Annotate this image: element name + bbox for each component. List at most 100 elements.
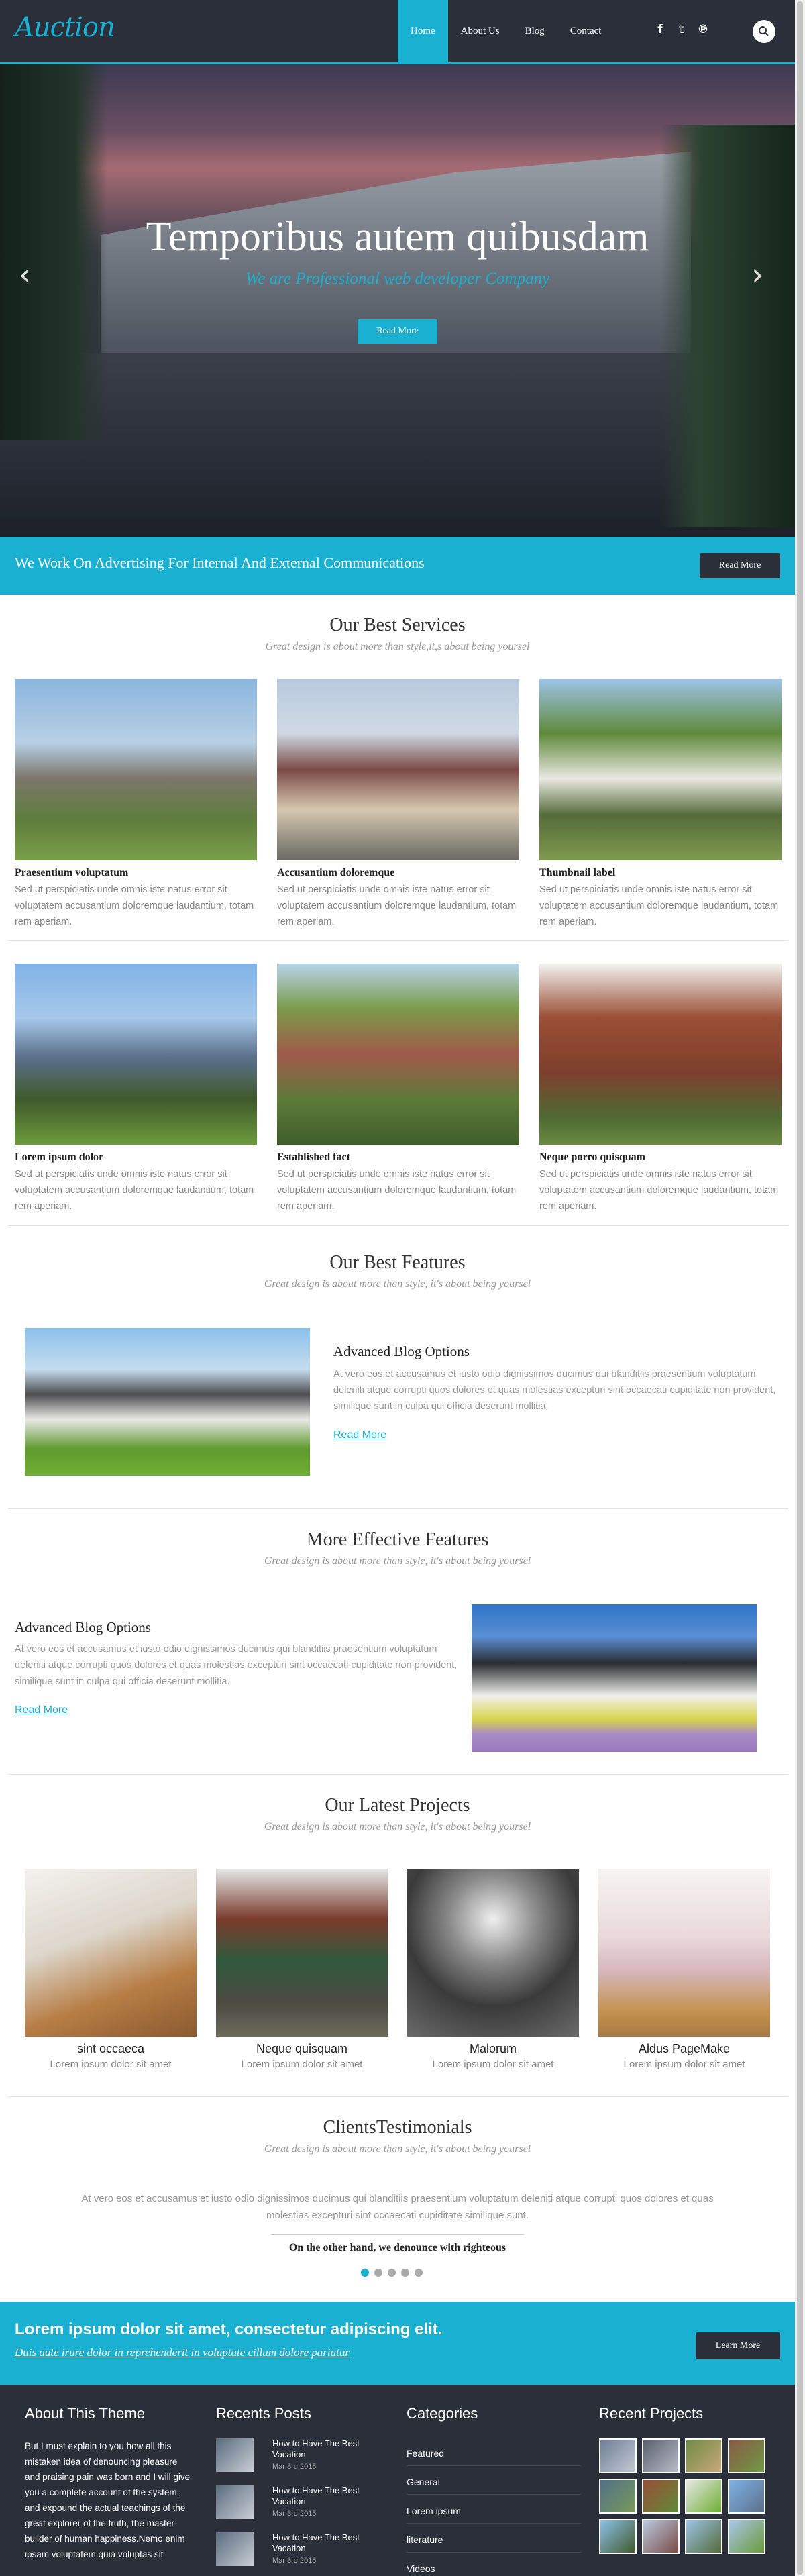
category-link[interactable]: Featured bbox=[407, 2448, 581, 2466]
pagination-dot[interactable] bbox=[361, 2269, 369, 2277]
footer-posts-title: Recents Posts bbox=[216, 2405, 311, 2422]
service-card[interactable]: Praesentium voluptatum Sed ut perspiciat… bbox=[15, 679, 257, 930]
nav-blog[interactable]: Blog bbox=[513, 0, 557, 62]
more-feature-image bbox=[472, 1604, 757, 1752]
main-nav: Home About Us Blog Contact bbox=[398, 0, 614, 62]
footer-post[interactable]: How to Have The Best Vacation Mar 3rd,20… bbox=[216, 2485, 370, 2532]
project-thumbnail[interactable] bbox=[728, 2479, 765, 2514]
project-thumbnail[interactable] bbox=[599, 2519, 637, 2554]
learn-more-button[interactable]: Learn More bbox=[696, 2332, 780, 2359]
info-banner: We Work On Advertising For Internal And … bbox=[0, 537, 795, 595]
pinterest-icon[interactable]: ℗ bbox=[697, 23, 709, 36]
project-card[interactable]: Aldus PageMake Lorem ipsum dolor sit ame… bbox=[598, 1869, 770, 2070]
category-link[interactable]: Videos bbox=[407, 2563, 581, 2576]
hero-read-more-button[interactable]: Read More bbox=[358, 319, 437, 344]
footer-post[interactable]: How to Have The Best Vacation Mar 3rd,20… bbox=[216, 2532, 370, 2576]
service-desc: Sed ut perspiciatis unde omnis iste natu… bbox=[277, 884, 517, 927]
pagination-dot[interactable] bbox=[374, 2269, 382, 2277]
section-divider bbox=[8, 940, 788, 941]
service-desc: Sed ut perspiciatis unde omnis iste natu… bbox=[539, 884, 779, 927]
category-link[interactable]: Lorem ipsum bbox=[407, 2506, 581, 2524]
service-card[interactable]: Thumbnail label Sed ut perspiciatis unde… bbox=[539, 679, 782, 930]
hero-trees-right bbox=[661, 125, 795, 527]
site-footer: About This Theme But I must explain to y… bbox=[0, 2385, 795, 2576]
site-logo[interactable]: Auction bbox=[15, 12, 115, 43]
pagination-dot[interactable] bbox=[415, 2269, 423, 2277]
projects-title: Our Latest Projects bbox=[325, 1795, 470, 1816]
project-card[interactable]: sint occaeca Lorem ipsum dolor sit amet bbox=[25, 1869, 197, 2070]
project-card[interactable]: Malorum Lorem ipsum dolor sit amet bbox=[407, 1869, 579, 2070]
project-thumbnail[interactable] bbox=[728, 2519, 765, 2554]
services-title: Our Best Services bbox=[329, 615, 466, 635]
service-desc: Sed ut perspiciatis unde omnis iste natu… bbox=[277, 1169, 517, 1212]
features-title: Our Best Features bbox=[329, 1252, 466, 1273]
footer-about-text: But I must explain to you how all this m… bbox=[25, 2441, 191, 2559]
cta-banner: Lorem ipsum dolor sit amet, consectetur … bbox=[0, 2302, 795, 2385]
services-subtitle: Great design is about more than style,it… bbox=[265, 641, 530, 652]
recent-projects-grid bbox=[599, 2438, 765, 2554]
slider-prev-icon[interactable]: ‹ bbox=[19, 256, 31, 293]
project-desc: Lorem ipsum dolor sit amet bbox=[623, 2059, 745, 2070]
project-desc: Lorem ipsum dolor sit amet bbox=[241, 2059, 363, 2070]
post-thumbnail bbox=[216, 2438, 254, 2472]
post-date: Mar 3rd,2015 bbox=[272, 2510, 317, 2518]
footer-projects-title: Recent Projects bbox=[599, 2405, 704, 2422]
footer-post[interactable]: How to Have The Best Vacation Mar 3rd,20… bbox=[216, 2438, 370, 2485]
post-thumbnail bbox=[216, 2532, 254, 2566]
service-card[interactable]: Accusantium doloremque Sed ut perspiciat… bbox=[277, 679, 519, 930]
category-link[interactable]: General bbox=[407, 2477, 581, 2495]
cta-title: Lorem ipsum dolor sit amet, consectetur … bbox=[15, 2320, 443, 2338]
features-subtitle: Great design is about more than style, i… bbox=[264, 1278, 531, 1290]
project-thumbnail[interactable] bbox=[642, 2438, 680, 2473]
project-image bbox=[598, 1869, 770, 2037]
project-image bbox=[216, 1869, 388, 2037]
project-thumbnail[interactable] bbox=[685, 2519, 722, 2554]
section-divider bbox=[8, 1774, 788, 1775]
more-feature-read-more-link[interactable]: Read More bbox=[15, 1704, 68, 1716]
hero-subtitle: We are Professional web developer Compan… bbox=[245, 270, 550, 288]
scrollbar-thumb[interactable] bbox=[797, 1, 803, 2575]
project-thumbnail[interactable] bbox=[642, 2479, 680, 2514]
project-thumbnail[interactable] bbox=[685, 2479, 722, 2514]
testimonial-divider bbox=[271, 2234, 524, 2235]
slider-next-icon[interactable]: › bbox=[751, 256, 763, 293]
service-card[interactable]: Neque porro quisquam Sed ut perspiciatis… bbox=[539, 964, 782, 1215]
service-image bbox=[277, 964, 519, 1145]
service-card[interactable]: Lorem ipsum dolor Sed ut perspiciatis un… bbox=[15, 964, 257, 1215]
social-links: f 𝕥 ℗ bbox=[654, 23, 709, 36]
twitter-icon[interactable]: 𝕥 bbox=[676, 23, 688, 36]
service-name: Accusantium doloremque bbox=[277, 867, 395, 878]
project-thumbnail[interactable] bbox=[599, 2438, 637, 2473]
testimonials-subtitle: Great design is about more than style, i… bbox=[264, 2143, 531, 2155]
banner-read-more-button[interactable]: Read More bbox=[700, 553, 780, 578]
project-image bbox=[25, 1869, 197, 2037]
nav-about[interactable]: About Us bbox=[448, 0, 513, 62]
search-icon bbox=[759, 26, 769, 36]
post-title: How to Have The Best Vacation bbox=[272, 2532, 360, 2553]
project-desc: Lorem ipsum dolor sit amet bbox=[50, 2059, 172, 2070]
post-date: Mar 3rd,2015 bbox=[272, 2557, 317, 2565]
pagination-dot[interactable] bbox=[401, 2269, 409, 2277]
nav-home[interactable]: Home bbox=[398, 0, 448, 62]
service-image bbox=[539, 679, 782, 860]
nav-contact[interactable]: Contact bbox=[557, 0, 614, 62]
project-card[interactable]: Neque quisquam Lorem ipsum dolor sit ame… bbox=[216, 1869, 388, 2070]
service-name: Neque porro quisquam bbox=[539, 1151, 645, 1163]
service-image bbox=[277, 679, 519, 860]
service-card[interactable]: Established fact Sed ut perspiciatis und… bbox=[277, 964, 519, 1215]
project-thumbnail[interactable] bbox=[685, 2438, 722, 2473]
project-thumbnail[interactable] bbox=[599, 2479, 637, 2514]
category-link[interactable]: literature bbox=[407, 2534, 581, 2553]
cta-subtitle-link[interactable]: Duis aute irure dolor in reprehenderit i… bbox=[15, 2346, 350, 2359]
project-thumbnail[interactable] bbox=[728, 2438, 765, 2473]
service-image bbox=[539, 964, 782, 1145]
feature-read-more-link[interactable]: Read More bbox=[333, 1429, 386, 1441]
service-name: Lorem ipsum dolor bbox=[15, 1151, 104, 1163]
search-button[interactable] bbox=[753, 20, 775, 43]
section-divider bbox=[8, 1508, 788, 1509]
service-desc: Sed ut perspiciatis unde omnis iste natu… bbox=[15, 884, 254, 927]
project-thumbnail[interactable] bbox=[642, 2519, 680, 2554]
pagination-dot[interactable] bbox=[388, 2269, 396, 2277]
facebook-icon[interactable]: f bbox=[654, 23, 666, 36]
service-image bbox=[15, 964, 257, 1145]
